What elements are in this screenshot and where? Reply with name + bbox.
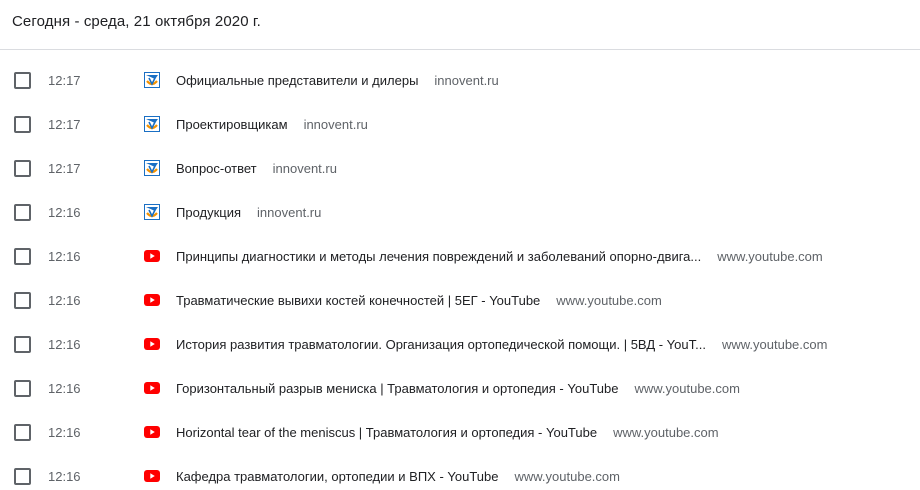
entry-checkbox[interactable] (14, 203, 31, 221)
entry-time: 12:17 (48, 160, 81, 176)
entry-title-link[interactable]: Вопрос-ответ (176, 161, 257, 176)
entry-content: Официальные представители и дилеры innov… (176, 73, 499, 88)
entry-title-link[interactable]: Горизонтальный разрыв мениска | Травмато… (176, 381, 618, 396)
entry-checkbox[interactable] (14, 467, 31, 485)
entry-domain[interactable]: innovent.ru (434, 73, 498, 88)
entry-time: 12:17 (48, 72, 81, 88)
history-list: 12:17 Официальные представители и дилеры… (0, 50, 920, 490)
entry-content: Принципы диагностики и методы лечения по… (176, 249, 823, 264)
entry-title-link[interactable]: Horizontal tear of the meniscus | Травма… (176, 425, 597, 440)
entry-time: 12:16 (48, 204, 81, 220)
entry-title-link[interactable]: История развития травматологии. Организа… (176, 337, 706, 352)
entry-domain[interactable]: www.youtube.com (613, 425, 719, 440)
youtube-favicon-icon (144, 336, 160, 352)
entry-domain[interactable]: www.youtube.com (634, 381, 740, 396)
youtube-favicon-icon (144, 424, 160, 440)
history-entry: 12:16 Горизонтальный разрыв мениска | Тр… (0, 366, 920, 410)
entry-time: 12:16 (48, 424, 81, 440)
entry-title-link[interactable]: Продукция (176, 205, 241, 220)
entry-checkbox[interactable] (14, 159, 31, 177)
entry-title-link[interactable]: Проектировщикам (176, 117, 288, 132)
entry-time: 12:16 (48, 468, 81, 484)
entry-content: История развития травматологии. Организа… (176, 337, 827, 352)
entry-title-link[interactable]: Официальные представители и дилеры (176, 73, 418, 88)
day-header: Сегодня - среда, 21 октября 2020 г. (0, 0, 920, 50)
entry-domain[interactable]: www.youtube.com (717, 249, 823, 264)
history-entry: 12:17 Официальные представители и дилеры… (0, 58, 920, 102)
entry-checkbox[interactable] (14, 335, 31, 353)
entry-time: 12:16 (48, 380, 81, 396)
history-entry: 12:16 Кафедра травматологии, ортопедии и… (0, 454, 920, 490)
innovent-favicon-icon (144, 116, 160, 132)
youtube-favicon-icon (144, 292, 160, 308)
youtube-favicon-icon (144, 248, 160, 264)
entry-content: Продукция innovent.ru (176, 205, 321, 220)
entry-title-link[interactable]: Травматические вывихи костей конечностей… (176, 293, 540, 308)
entry-checkbox[interactable] (14, 423, 31, 441)
day-title: Сегодня - среда, 21 октября 2020 г. (12, 13, 261, 30)
youtube-favicon-icon (144, 468, 160, 484)
entry-content: Проектировщикам innovent.ru (176, 117, 368, 132)
history-page: Сегодня - среда, 21 октября 2020 г. 12:1… (0, 0, 920, 490)
entry-content: Горизонтальный разрыв мениска | Травмато… (176, 381, 740, 396)
entry-time: 12:17 (48, 116, 81, 132)
entry-time: 12:16 (48, 248, 81, 264)
youtube-favicon-icon (144, 380, 160, 396)
entry-content: Кафедра травматологии, ортопедии и ВПХ -… (176, 469, 620, 484)
entry-domain[interactable]: www.youtube.com (514, 469, 620, 484)
entry-title-link[interactable]: Кафедра травматологии, ортопедии и ВПХ -… (176, 469, 498, 484)
history-entry: 12:16 История развития травматологии. Ор… (0, 322, 920, 366)
entry-checkbox[interactable] (14, 115, 31, 133)
entry-time: 12:16 (48, 336, 81, 352)
innovent-favicon-icon (144, 72, 160, 88)
entry-content: Horizontal tear of the meniscus | Травма… (176, 425, 719, 440)
entry-content: Травматические вывихи костей конечностей… (176, 293, 662, 308)
entry-checkbox[interactable] (14, 291, 31, 309)
history-entry: 12:16 Принципы диагностики и методы лече… (0, 234, 920, 278)
entry-domain[interactable]: www.youtube.com (556, 293, 662, 308)
entry-time: 12:16 (48, 292, 81, 308)
entry-checkbox[interactable] (14, 71, 31, 89)
entry-domain[interactable]: innovent.ru (304, 117, 368, 132)
history-entry: 12:17 Вопрос-ответ innovent.ru (0, 146, 920, 190)
history-entry: 12:16 Horizontal tear of the meniscus | … (0, 410, 920, 454)
entry-domain[interactable]: innovent.ru (257, 205, 321, 220)
innovent-favicon-icon (144, 160, 160, 176)
innovent-favicon-icon (144, 204, 160, 220)
entry-content: Вопрос-ответ innovent.ru (176, 161, 337, 176)
entry-title-link[interactable]: Принципы диагностики и методы лечения по… (176, 249, 701, 264)
entry-domain[interactable]: innovent.ru (273, 161, 337, 176)
history-entry: 12:16 Травматические вывихи костей конеч… (0, 278, 920, 322)
entry-checkbox[interactable] (14, 379, 31, 397)
entry-checkbox[interactable] (14, 247, 31, 265)
history-entry: 12:17 Проектировщикам innovent.ru (0, 102, 920, 146)
history-entry: 12:16 Продукция innovent.ru (0, 190, 920, 234)
entry-domain[interactable]: www.youtube.com (722, 337, 828, 352)
